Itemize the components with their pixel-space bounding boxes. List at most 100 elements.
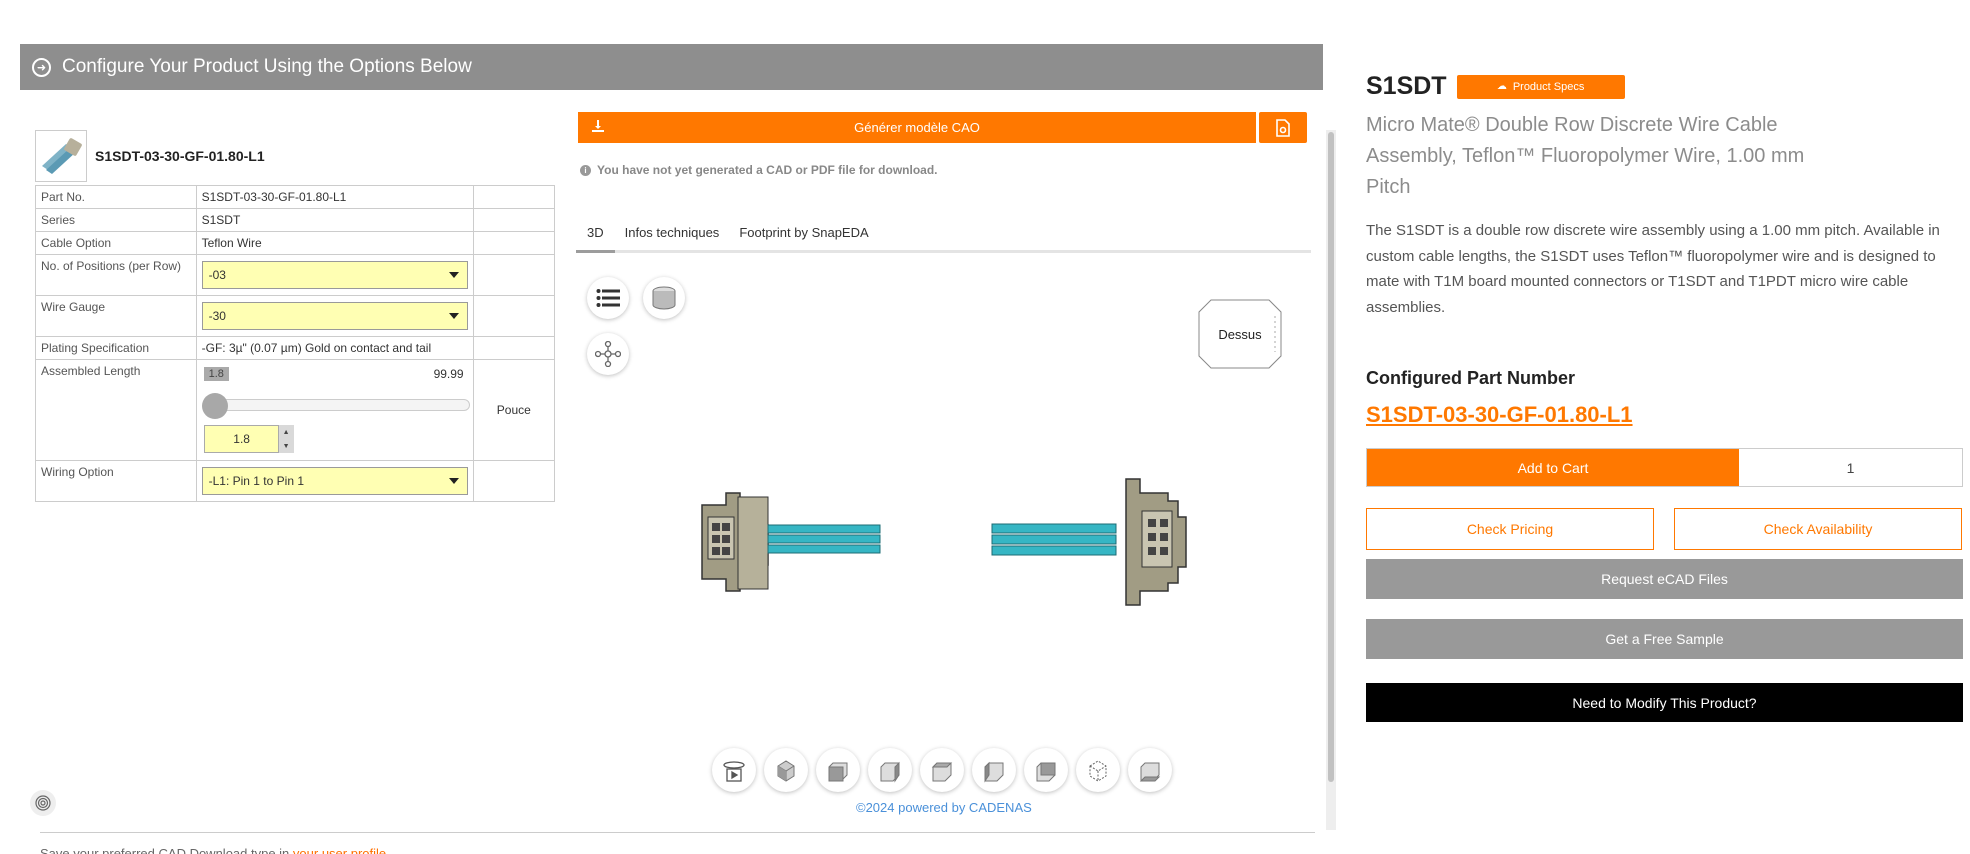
generate-cad-button[interactable]: Générer modèle CAO (578, 112, 1256, 143)
right-view-icon[interactable] (868, 748, 912, 792)
back-view-icon[interactable] (1024, 748, 1068, 792)
row-label: Cable Option (35, 231, 197, 255)
row-label: Wire Gauge (35, 295, 197, 337)
table-row: Wire Gauge -30 (35, 295, 556, 337)
cad-note: i You have not yet generated a CAD or PD… (580, 163, 937, 177)
spin-up-icon[interactable]: ▲ (283, 429, 290, 436)
product-thumbnail (35, 130, 87, 182)
view-cube-label: Dessus (1218, 326, 1262, 342)
file-settings-icon (1276, 118, 1290, 137)
row-value: S1SDT (195, 208, 474, 232)
check-pricing-button[interactable]: Check Pricing (1366, 508, 1654, 550)
cad-file-options-button[interactable] (1259, 112, 1307, 143)
positions-select[interactable]: -03 (201, 261, 468, 289)
product-specs-button[interactable]: ☁ Product Specs (1456, 74, 1625, 99)
bottom-view-icon[interactable] (1128, 748, 1172, 792)
row-unit (472, 295, 556, 337)
footer-note: Save your preferred CAD Download type in… (40, 846, 386, 854)
left-view-icon[interactable] (972, 748, 1016, 792)
row-label: Plating Specification (35, 336, 197, 360)
configured-part-number[interactable]: S1SDT-03-30-GF-01.80-L1 (1366, 402, 1633, 428)
cloud-download-icon: ☁ (1496, 81, 1507, 92)
row-unit (472, 254, 556, 296)
length-input-value: 1.8 (233, 432, 250, 446)
row-value: -GF: 3µ" (0.07 µm) Gold on contact and t… (195, 336, 474, 360)
list-icon (596, 289, 620, 307)
caret-down-icon (448, 478, 459, 484)
wiring-option-select-value: -L1: Pin 1 to Pin 1 (208, 474, 304, 488)
row-label: No. of Positions (per Row) (35, 254, 197, 296)
quantity-input[interactable]: 1 (1739, 449, 1962, 486)
free-sample-button[interactable]: Get a Free Sample (1366, 619, 1963, 659)
row-label: Wiring Option (35, 460, 197, 502)
cad-note-text: You have not yet generated a CAD or PDF … (597, 163, 938, 177)
add-to-cart-button[interactable]: Add to Cart (1367, 449, 1739, 486)
caret-down-icon (448, 313, 459, 319)
row-label: Part No. (35, 185, 197, 209)
product-title-row: S1SDT ☁ Product Specs (1366, 72, 1625, 101)
table-row: No. of Positions (per Row) -03 (35, 254, 556, 296)
configurator-banner-title: Configure Your Product Using the Options… (62, 56, 472, 77)
rotate-play-icon[interactable] (712, 748, 756, 792)
length-slider-track[interactable] (203, 399, 470, 411)
user-profile-link[interactable]: your user profile (293, 846, 386, 854)
spin-down-icon[interactable]: ▼ (283, 443, 290, 450)
row-unit (472, 208, 556, 232)
check-availability-button[interactable]: Check Availability (1674, 508, 1962, 550)
modify-product-button[interactable]: Need to Modify This Product? (1366, 683, 1963, 722)
row-unit (472, 185, 556, 209)
tab-footprint[interactable]: Footprint by SnapEDA (729, 221, 878, 253)
row-label: Series (35, 208, 197, 232)
spec-table: Part No. S1SDT-03-30-GF-01.80-L1 Series … (35, 185, 556, 502)
fingerprint-icon[interactable] (30, 790, 56, 816)
row-unit (472, 460, 556, 502)
length-slider-handle[interactable] (201, 393, 228, 419)
cart-row: Add to Cart 1 (1366, 448, 1963, 487)
list-menu-button[interactable] (587, 277, 629, 319)
row-unit (472, 231, 556, 255)
length-spinner[interactable]: ▲ ▼ (277, 425, 294, 453)
request-ecad-button[interactable]: Request eCAD Files (1366, 559, 1963, 599)
positions-select-value: -03 (208, 268, 226, 282)
wire-gauge-select-value: -30 (208, 309, 226, 323)
table-row: Part No. S1SDT-03-30-GF-01.80-L1 (35, 185, 556, 209)
slider-max-label: 99.99 (433, 367, 464, 381)
product-description: The S1SDT is a double row discrete wire … (1366, 222, 1940, 316)
shape-view-button[interactable] (643, 277, 685, 319)
table-row: Cable Option Teflon Wire (35, 231, 556, 255)
explode-view-button[interactable] (587, 333, 629, 375)
right-wires (991, 523, 1117, 556)
wire-gauge-select[interactable]: -30 (201, 302, 468, 330)
configurator-scrollbar[interactable] (1326, 130, 1336, 830)
iso-view-icon[interactable] (764, 748, 808, 792)
wireframe-view-icon[interactable] (1076, 748, 1120, 792)
row-value: Teflon Wire (195, 231, 474, 255)
part-number-heading: S1SDT-03-30-GF-01.80-L1 (95, 148, 265, 164)
arrow-circle-right-icon: ➜ (32, 57, 51, 77)
cylinder-icon (652, 286, 676, 310)
tab-3d[interactable]: 3D (576, 221, 615, 253)
table-row: Plating Specification -GF: 3µ" (0.07 µm)… (35, 336, 556, 360)
table-row: Wiring Option -L1: Pin 1 to Pin 1 (35, 460, 556, 502)
caret-down-icon (448, 272, 459, 278)
viewer-tabs: 3D Infos techniques Footprint by SnapEDA (576, 221, 1311, 253)
table-row: Assembled Length 1.8 99.99 1.8 ▲ ▼ Pouce (35, 359, 556, 461)
connector-3d-model[interactable] (690, 475, 1220, 610)
front-view-icon[interactable] (816, 748, 860, 792)
right-connector (1125, 478, 1187, 606)
info-icon: i (580, 164, 591, 176)
row-unit (472, 336, 556, 360)
product-specs-label: Product Specs (1512, 80, 1585, 93)
powered-by[interactable]: ©2024 powered by CADENAS (856, 800, 1032, 815)
wiring-option-select[interactable]: -L1: Pin 1 to Pin 1 (201, 467, 468, 495)
row-value: S1SDT-03-30-GF-01.80-L1 (195, 185, 474, 209)
generate-cad-label: Générer modèle CAO (854, 120, 980, 135)
view-cube[interactable]: Dessus (1197, 296, 1283, 372)
top-view-icon[interactable] (920, 748, 964, 792)
row-label: Assembled Length (35, 359, 197, 461)
scrollbar-thumb[interactable] (1328, 132, 1334, 782)
length-unit: Pouce (472, 359, 556, 461)
part-header: S1SDT-03-30-GF-01.80-L1 (35, 130, 265, 182)
tab-technical-info[interactable]: Infos techniques (615, 221, 730, 253)
footer-note-text: Save your preferred CAD Download type in (40, 846, 290, 854)
